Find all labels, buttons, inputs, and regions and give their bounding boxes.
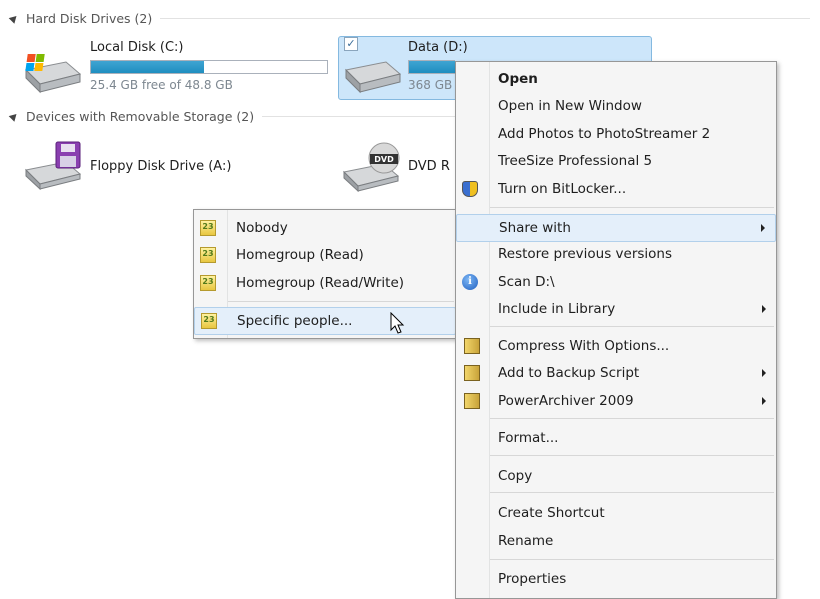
collapse-arrow-icon (8, 12, 20, 24)
group-header-label: Devices with Removable Storage (2) (26, 108, 255, 124)
menu-item-label: Open in New Window (498, 98, 642, 114)
context-menu-item-properties[interactable]: Properties (456, 566, 776, 592)
drive-name-c[interactable]: Local Disk (C:) (90, 40, 183, 55)
menu-item-label: Properties (498, 571, 567, 587)
menu-item-label: PowerArchiver 2009 (498, 393, 634, 409)
menu-separator (490, 207, 774, 208)
usage-fill (91, 61, 205, 73)
share-submenu-item-nobody[interactable]: 23 Nobody (194, 215, 456, 241)
menu-item-label: Add Photos to PhotoStreamer 2 (498, 126, 711, 142)
menu-item-label: Copy (498, 468, 533, 484)
menu-separator (490, 559, 774, 560)
context-menu-item-copy[interactable]: Copy (456, 463, 776, 489)
context-menu-item-format[interactable]: Format... (456, 425, 776, 451)
menu-item-label: Specific people... (237, 313, 353, 329)
context-menu-item-add-photos-to-photostreamer-2[interactable]: Add Photos to PhotoStreamer 2 (456, 121, 776, 147)
hard-drive-icon[interactable] (342, 58, 404, 94)
people-icon: 23 (200, 275, 216, 291)
context-menu-item-include-in-library[interactable]: Include in Library (456, 296, 776, 322)
share-submenu-item-homegroup-read[interactable]: 23 Homegroup (Read) (194, 242, 456, 268)
menu-item-label: Open (498, 71, 538, 87)
selection-checkbox[interactable]: ✓ (344, 37, 358, 51)
context-menu-item-restore-previous-versions[interactable]: Restore previous versions (456, 241, 776, 267)
removable-group-header[interactable]: Devices with Removable Storage (2) (8, 108, 460, 124)
menu-item-label: Include in Library (498, 301, 616, 317)
share-with-submenu: 23 Nobody 23 Homegroup (Read) 23 Homegroup (R… (193, 209, 457, 339)
context-menu-item-share-with[interactable]: Share with (456, 214, 776, 242)
drive-name-d[interactable]: Data (D:) (408, 40, 468, 55)
people-icon: 23 (200, 220, 216, 236)
menu-item-label: Add to Backup Script (498, 365, 640, 381)
device-name-dvd[interactable]: DVD R (408, 159, 450, 174)
hard-disks-group-header[interactable]: Hard Disk Drives (2) (8, 10, 810, 26)
uac-shield-icon (462, 181, 478, 197)
mouse-cursor-icon (390, 312, 405, 334)
share-submenu-item-homegroup-read-write[interactable]: 23 Homegroup (Read/Write) (194, 270, 456, 296)
context-menu-item-open-in-new-window[interactable]: Open in New Window (456, 93, 776, 119)
submenu-arrow-icon (762, 305, 766, 313)
dvd-drive-icon[interactable]: DVD (340, 140, 404, 192)
menu-separator (490, 418, 774, 419)
menu-separator (490, 455, 774, 456)
context-menu-item-open[interactable]: Open (456, 66, 776, 92)
dvd-icon-label: DVD (374, 155, 394, 164)
menu-item-label: Format... (498, 430, 559, 446)
context-menu-item-powerarchiver-2009[interactable]: PowerArchiver 2009 (456, 388, 776, 414)
windows-hard-drive-icon[interactable] (20, 52, 82, 94)
context-menu-item-compress-with-options[interactable]: Compress With Options... (456, 333, 776, 359)
menu-separator (228, 301, 454, 302)
context-menu-item-scan-d[interactable]: i Scan D:\ (456, 269, 776, 295)
drive-usage-bar-d (408, 60, 455, 74)
share-submenu-item-specific-people[interactable]: 23 Specific people... (194, 307, 456, 335)
drive-usage-bar-c (90, 60, 328, 74)
menu-item-label: Nobody (236, 220, 288, 236)
usage-fill (409, 61, 455, 73)
menu-item-label: Compress With Options... (498, 338, 670, 354)
floppy-drive-icon[interactable] (20, 140, 84, 190)
context-menu-item-rename[interactable]: Rename (456, 528, 776, 554)
menu-item-label: Turn on BitLocker... (498, 181, 627, 197)
people-icon: 23 (201, 313, 217, 329)
collapse-arrow-icon (8, 110, 20, 122)
people-icon: 23 (200, 247, 216, 263)
archive-icon (464, 338, 480, 354)
menu-item-label: Scan D:\ (498, 274, 555, 290)
context-menu-item-add-to-backup-script[interactable]: Add to Backup Script (456, 360, 776, 386)
menu-item-label: Create Shortcut (498, 505, 605, 521)
drive-free-space-c: 25.4 GB free of 48.8 GB (90, 78, 233, 92)
context-menu-item-turn-on-bitlocker[interactable]: Turn on BitLocker... (456, 176, 776, 202)
device-name-floppy[interactable]: Floppy Disk Drive (A:) (90, 159, 231, 174)
context-menu-item-treesize-professional-5[interactable]: TreeSize Professional 5 (456, 148, 776, 174)
group-divider (262, 115, 460, 117)
menu-separator (490, 492, 774, 493)
archive-icon (464, 365, 480, 381)
drive-free-space-d: 368 GB (408, 78, 453, 92)
info-icon: i (462, 274, 478, 290)
submenu-arrow-icon (761, 224, 765, 232)
menu-item-label: Restore previous versions (498, 246, 673, 262)
menu-item-label: Share with (499, 220, 571, 236)
group-header-label: Hard Disk Drives (2) (26, 10, 153, 26)
submenu-arrow-icon (762, 369, 766, 377)
archive-icon (464, 393, 480, 409)
context-menu: Open Open in New Window Add Photos to Phot… (455, 61, 777, 599)
menu-item-label: TreeSize Professional 5 (498, 153, 653, 169)
group-divider (160, 17, 810, 19)
menu-item-label: Rename (498, 533, 554, 549)
menu-separator (490, 326, 774, 327)
menu-item-label: Homegroup (Read) (236, 247, 364, 263)
context-menu-item-create-shortcut[interactable]: Create Shortcut (456, 500, 776, 526)
menu-item-label: Homegroup (Read/Write) (236, 275, 405, 291)
submenu-arrow-icon (762, 397, 766, 405)
